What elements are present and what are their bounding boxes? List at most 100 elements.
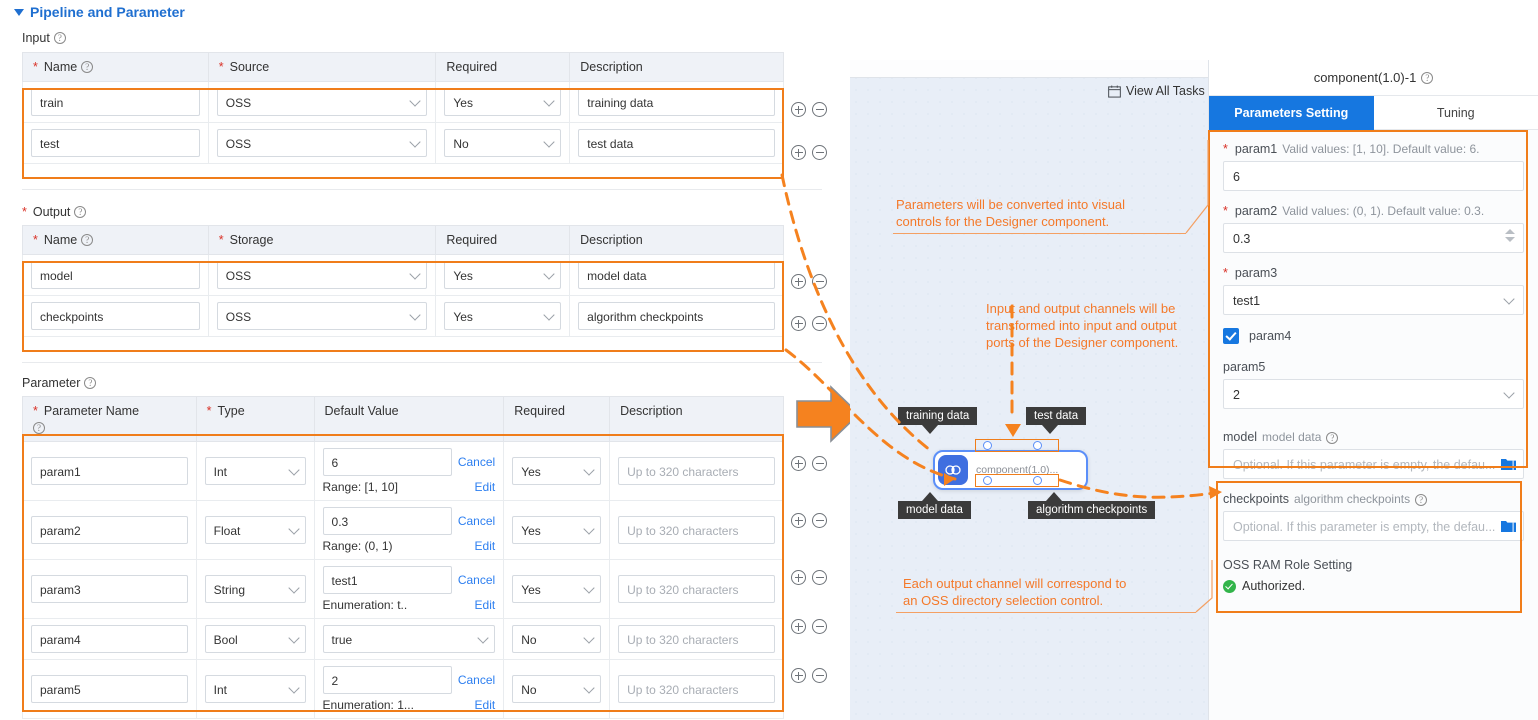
output-port-checkpoints[interactable]	[1033, 476, 1042, 485]
help-icon[interactable]: ?	[53, 32, 66, 44]
param-default-field[interactable]: test1	[322, 566, 452, 594]
add-row-icon[interactable]	[791, 513, 806, 528]
input-name-field[interactable]: test	[31, 129, 200, 157]
param2-input[interactable]: 0.3	[1223, 223, 1524, 253]
remove-row-icon[interactable]	[812, 274, 827, 289]
cancel-link[interactable]: Cancel	[458, 455, 495, 469]
port-label-algorithm-checkpoints: algorithm checkpoints	[1028, 492, 1156, 519]
folder-icon[interactable]	[1501, 458, 1516, 470]
edit-link[interactable]: Edit	[475, 539, 496, 553]
param-required-select[interactable]: No	[512, 675, 602, 703]
output-required-select[interactable]: Yes	[444, 302, 562, 330]
param-description-field[interactable]: Up to 320 characters	[618, 516, 775, 544]
input-description-field[interactable]: test data	[578, 129, 775, 157]
output-description-field[interactable]: algorithm checkpoints	[578, 302, 775, 330]
output-required-select[interactable]: Yes	[444, 261, 562, 289]
label-tail	[922, 425, 938, 434]
param-name-field[interactable]: param1	[31, 457, 188, 485]
remove-row-icon[interactable]	[812, 570, 827, 585]
output-name-field[interactable]: model	[31, 261, 200, 289]
param-default-field[interactable]: 2	[322, 666, 452, 694]
output-description-field[interactable]: model data	[578, 261, 775, 289]
param-description-field[interactable]: Up to 320 characters	[618, 625, 775, 653]
add-row-icon[interactable]	[791, 456, 806, 471]
field-param4[interactable]: param4	[1223, 328, 1524, 344]
help-icon[interactable]: ?	[1326, 432, 1339, 444]
label-tail	[922, 492, 938, 501]
remove-row-icon[interactable]	[812, 619, 827, 634]
remove-row-icon[interactable]	[812, 513, 827, 528]
edit-link[interactable]: Edit	[475, 698, 496, 712]
param-description-field[interactable]: Up to 320 characters	[618, 575, 775, 603]
add-row-icon[interactable]	[791, 274, 806, 289]
help-icon[interactable]: ?	[81, 234, 94, 246]
param-required-select[interactable]: Yes	[512, 457, 602, 485]
section-header[interactable]: Pipeline and Parameter	[14, 4, 185, 20]
remove-row-icon[interactable]	[812, 456, 827, 471]
param-type-select[interactable]: Int	[204, 457, 306, 485]
param-required-select[interactable]: Yes	[512, 516, 602, 544]
help-icon[interactable]: ?	[1415, 494, 1428, 506]
param-type-select[interactable]: Int	[204, 675, 306, 703]
spinner-icon[interactable]	[1505, 229, 1515, 242]
remove-row-icon[interactable]	[812, 668, 827, 683]
cancel-link[interactable]: Cancel	[458, 514, 495, 528]
param-name-field[interactable]: param3	[31, 575, 188, 603]
help-icon[interactable]: ?	[1421, 71, 1434, 84]
param4-checkbox[interactable]	[1223, 328, 1239, 344]
input-name-field[interactable]: train	[31, 88, 200, 116]
add-row-icon[interactable]	[791, 619, 806, 634]
tab-parameters-setting[interactable]: Parameters Setting	[1209, 96, 1374, 130]
tab-tuning[interactable]: Tuning	[1373, 96, 1538, 130]
remove-row-icon[interactable]	[812, 316, 827, 331]
param-required-select[interactable]: Yes	[512, 575, 602, 603]
param-default-select[interactable]: true	[322, 625, 496, 653]
folder-icon[interactable]	[1501, 520, 1516, 532]
param-name-field[interactable]: param4	[31, 625, 188, 653]
help-icon[interactable]: ?	[74, 206, 87, 218]
help-icon[interactable]: ?	[84, 377, 97, 389]
output-storage-select[interactable]: OSS	[216, 302, 428, 330]
remove-row-icon[interactable]	[812, 102, 827, 117]
input-source-select[interactable]: OSS	[216, 129, 428, 157]
param-description-field[interactable]: Up to 320 characters	[618, 675, 775, 703]
output-name-field[interactable]: checkpoints	[31, 302, 200, 330]
param-default-field[interactable]: 6	[322, 448, 452, 476]
output-port-model[interactable]	[983, 476, 992, 485]
edit-link[interactable]: Edit	[475, 598, 496, 612]
help-icon[interactable]: ?	[33, 422, 45, 434]
input-required-select[interactable]: No	[444, 129, 562, 157]
input-description-field[interactable]: training data	[578, 88, 775, 116]
pipeline-parameter-form: Pipeline and Parameter Input ? * Name? * S…	[0, 0, 850, 720]
input-port-train[interactable]	[983, 441, 992, 450]
param-name-field[interactable]: param2	[31, 516, 188, 544]
input-port-test[interactable]	[1033, 441, 1042, 450]
param-required-select[interactable]: No	[512, 625, 602, 653]
add-row-icon[interactable]	[791, 668, 806, 683]
remove-row-icon[interactable]	[812, 145, 827, 160]
param-type-select[interactable]: String	[204, 575, 306, 603]
help-icon[interactable]: ?	[81, 61, 94, 73]
param-default-field[interactable]: 0.3	[322, 507, 452, 535]
cancel-link[interactable]: Cancel	[458, 573, 495, 587]
model-path-input[interactable]: Optional. If this parameter is empty, th…	[1223, 449, 1524, 479]
param-description-field[interactable]: Up to 320 characters	[618, 457, 775, 485]
output-storage-select[interactable]: OSS	[216, 261, 428, 289]
param-type-select[interactable]: Bool	[204, 625, 306, 653]
cancel-link[interactable]: Cancel	[458, 673, 495, 687]
input-required-select[interactable]: Yes	[444, 88, 562, 116]
add-row-icon[interactable]	[791, 145, 806, 160]
add-row-icon[interactable]	[791, 316, 806, 331]
checkpoints-path-input[interactable]: Optional. If this parameter is empty, th…	[1223, 511, 1524, 541]
edit-link[interactable]: Edit	[475, 480, 496, 494]
param3-select[interactable]: test1	[1223, 285, 1524, 315]
param1-input[interactable]: 6	[1223, 161, 1524, 191]
view-all-tasks-button[interactable]: View All Tasks	[1108, 84, 1205, 98]
add-row-icon[interactable]	[791, 102, 806, 117]
input-source-select[interactable]: OSS	[216, 88, 428, 116]
param-name-field[interactable]: param5	[31, 675, 188, 703]
add-row-icon[interactable]	[791, 570, 806, 585]
param5-select[interactable]: 2	[1223, 379, 1524, 409]
param-type-select[interactable]: Float	[204, 516, 306, 544]
chevron-down-icon[interactable]	[14, 8, 24, 16]
